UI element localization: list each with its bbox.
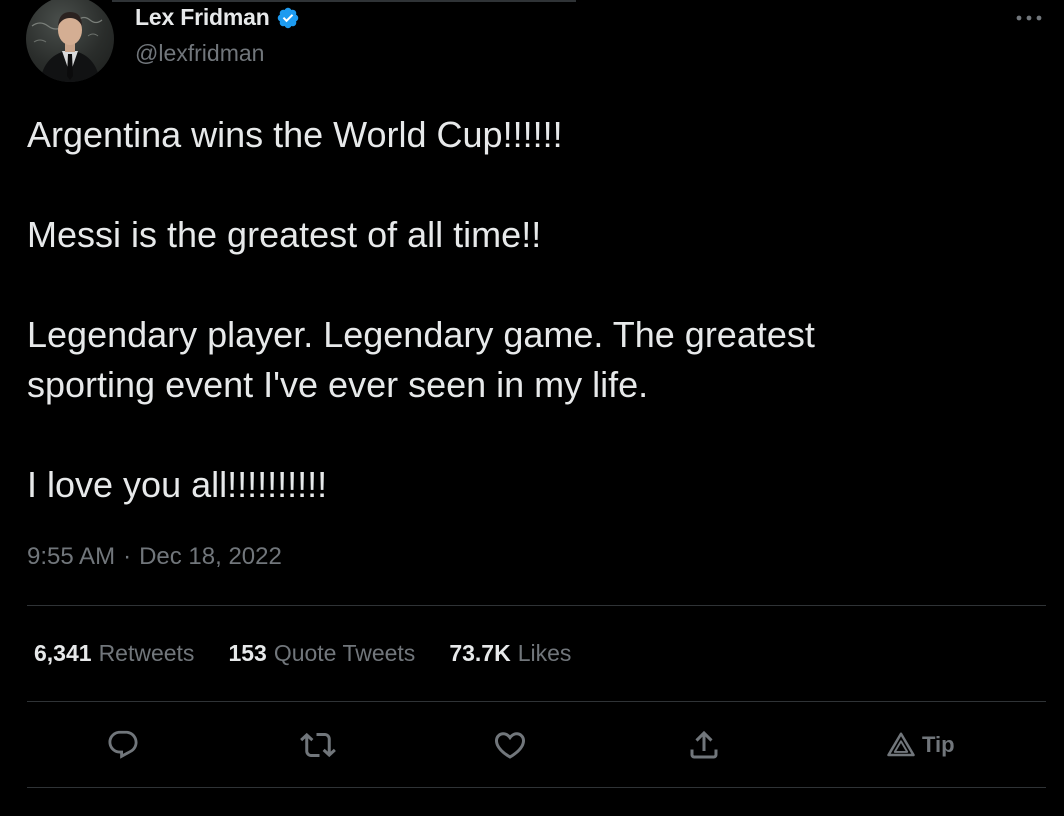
reply-button[interactable] (106, 727, 140, 763)
tip-button[interactable]: Tip (886, 727, 955, 763)
heart-icon (494, 732, 526, 759)
divider (27, 787, 1046, 788)
verified-badge-icon (277, 7, 298, 28)
divider (27, 701, 1046, 702)
tweet-line: Argentina wins the World Cup!!!!!! (27, 114, 563, 155)
reply-icon (108, 730, 138, 759)
likes-count: 73.7K (449, 640, 511, 666)
avatar[interactable] (26, 0, 114, 82)
retweets-stat[interactable]: 6,341 Retweets (34, 640, 194, 667)
tip-label: Tip (922, 732, 955, 757)
tweet-line: Messi is the greatest of all time!! (27, 214, 542, 255)
likes-stat[interactable]: 73.7K Likes (449, 640, 571, 667)
tweet-date[interactable]: Dec 18, 2022 (139, 543, 282, 571)
author-handle[interactable]: @lexfridman (135, 40, 264, 67)
tweet-text: Argentina wins the World Cup!!!!!! Messi… (27, 110, 1037, 510)
tweet-timestamp[interactable]: 9:55 AM · Dec 18, 2022 (27, 543, 282, 571)
share-button[interactable] (686, 727, 722, 763)
divider (27, 605, 1046, 606)
like-button[interactable] (492, 727, 528, 763)
retweets-count: 6,341 (34, 640, 92, 666)
retweets-label: Retweets (98, 640, 195, 666)
tweet-time[interactable]: 9:55 AM (27, 543, 115, 571)
likes-label: Likes (517, 640, 572, 666)
retweet-icon (300, 732, 336, 758)
tweet-line: Legendary player. Legendary game. The gr… (27, 314, 815, 405)
top-divider (112, 0, 576, 2)
author-name[interactable]: Lex Fridman (135, 4, 270, 31)
share-icon (690, 730, 718, 759)
tweet-line: I love you all!!!!!!!!!! (27, 464, 328, 505)
tip-icon (887, 732, 915, 757)
quote-tweets-label: Quote Tweets (273, 640, 416, 666)
quote-tweets-count: 153 (228, 640, 267, 666)
quote-tweets-stat[interactable]: 153 Quote Tweets (228, 640, 415, 667)
more-options-icon[interactable] (1014, 8, 1044, 28)
timestamp-separator: · (123, 543, 132, 570)
tweet-stats: 6,341 Retweets 153 Quote Tweets 73.7K Li… (34, 640, 571, 667)
retweet-button[interactable] (300, 727, 336, 763)
